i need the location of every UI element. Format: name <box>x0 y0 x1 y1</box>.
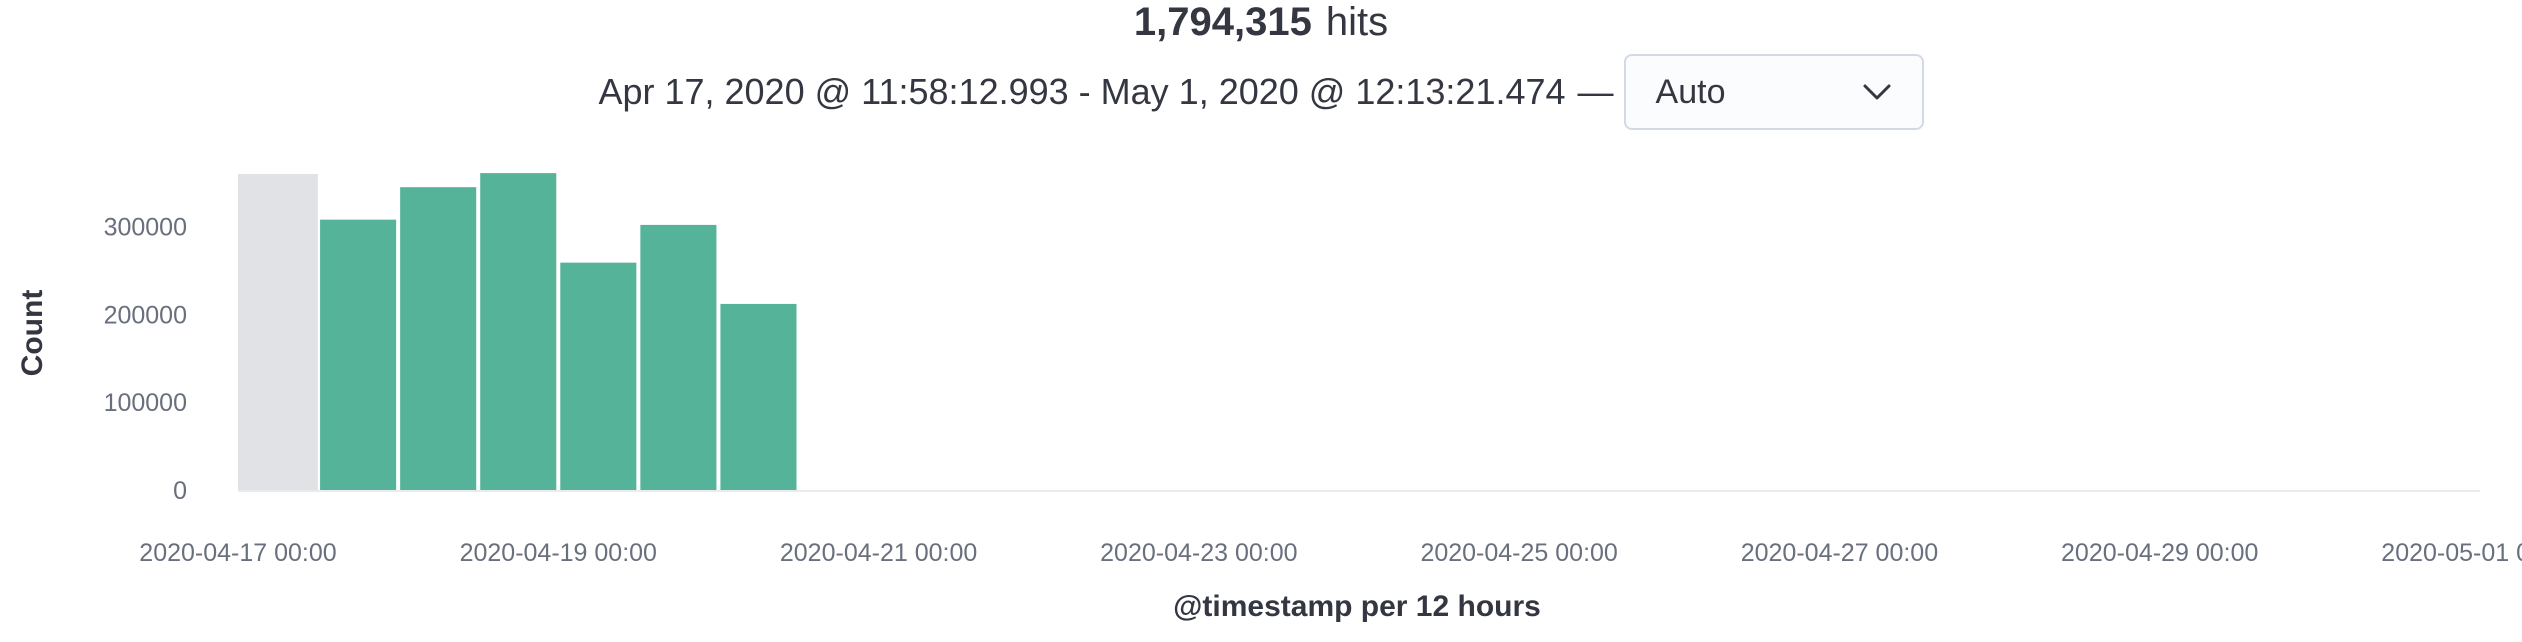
histogram-bar[interactable] <box>400 187 477 490</box>
histogram-bar[interactable] <box>480 173 557 490</box>
histogram-bar[interactable] <box>560 262 637 490</box>
histogram-bar[interactable] <box>640 224 717 490</box>
hits-count: 1,794,315 <box>1133 0 1312 44</box>
y-tick-label: 200000 <box>104 301 187 329</box>
y-tick-label: 100000 <box>104 389 187 417</box>
x-tick-label: 2020-04-19 00:00 <box>460 539 657 567</box>
hits-label: hits <box>1325 0 1389 44</box>
x-axis-title: @timestamp per 12 hours <box>1173 590 1541 623</box>
time-range-text: Apr 17, 2020 @ 11:58:12.993 - May 1, 202… <box>598 71 1566 112</box>
histogram-bar[interactable] <box>720 303 797 490</box>
x-tick-label: 2020-05-01 00:00 <box>2381 539 2522 567</box>
chevron-down-icon <box>1863 84 1891 100</box>
histogram-chart: 0 100000 200000 300000 2020-04-17 00:00 2020… <box>16 173 2522 623</box>
x-tick-label: 2020-04-17 00:00 <box>139 539 336 567</box>
y-axis-title: Count <box>16 290 49 377</box>
y-tick-label: 300000 <box>104 214 187 242</box>
x-tick-label: 2020-04-25 00:00 <box>1420 539 1617 567</box>
hits-summary: 1,794,315 hits <box>0 0 2522 44</box>
x-tick-label: 2020-04-29 00:00 <box>2061 539 2258 567</box>
x-tick-label: 2020-04-21 00:00 <box>780 539 977 567</box>
interval-select[interactable]: Auto <box>1623 54 1924 130</box>
interval-select-value: Auto <box>1655 72 1726 111</box>
partial-bucket-shade <box>238 174 318 490</box>
time-range-bar: Apr 17, 2020 @ 11:58:12.993 - May 1, 202… <box>0 52 2522 132</box>
y-tick-label: 0 <box>173 477 187 505</box>
histogram-bar[interactable] <box>320 219 397 490</box>
x-tick-label: 2020-04-23 00:00 <box>1100 539 1297 567</box>
range-separator: — <box>1577 71 1614 112</box>
x-tick-label: 2020-04-27 00:00 <box>1741 539 1938 567</box>
